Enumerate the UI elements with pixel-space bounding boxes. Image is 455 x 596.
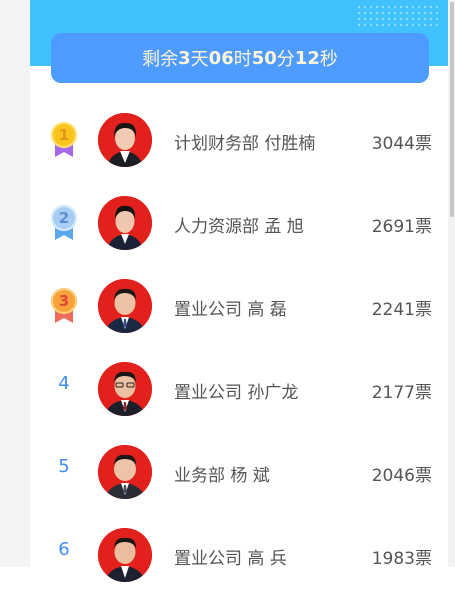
countdown-hours-unit: 时 [233,49,252,70]
avatar [98,528,152,582]
rank-number: 4 [58,373,70,394]
scrollbar-thumb[interactable] [450,2,454,217]
ranking-row[interactable]: 3 置业公司 高 磊 2241票 [30,264,448,347]
avatar [98,279,152,333]
candidate-name: 置业公司 孙广龙 [174,383,299,403]
countdown-seconds: 12 [294,47,320,69]
rank-number: 3 [51,288,77,314]
silver-medal-icon: 2 [49,203,79,243]
vote-count: 2691票 [371,217,432,237]
countdown-hours: 06 [208,47,234,69]
candidate-name: 业务部 杨 斌 [174,466,270,486]
ranking-list: 1 计划财务部 付胜楠 3044票 2 人力资源部 孟 旭 2691票 3 置业… [30,98,448,596]
rank-number: 1 [51,122,77,148]
bronze-medal-icon: 3 [49,286,79,326]
countdown-timer: 剩余 3 天 06 时 50 分 12 秒 [51,33,429,83]
dot-pattern-decoration [356,4,438,30]
vote-count: 2177票 [371,383,432,403]
avatar [98,196,152,250]
candidate-name: 置业公司 高 磊 [174,300,287,320]
avatar [98,445,152,499]
ranking-row[interactable]: 6 置业公司 高 兵 1983票 [30,513,448,596]
candidate-name: 计划财务部 付胜楠 [174,134,316,154]
avatar [98,113,152,167]
ranking-row[interactable]: 4 置业公司 孙广龙 2177票 [30,347,448,430]
countdown-prefix: 剩余 [142,49,179,70]
vote-count: 3044票 [371,134,432,154]
countdown-seconds-unit: 秒 [319,49,338,70]
countdown-minutes-unit: 分 [276,49,295,70]
scrollbar-track[interactable] [448,0,455,567]
ranking-row[interactable]: 2 人力资源部 孟 旭 2691票 [30,181,448,264]
ranking-row[interactable]: 5 业务部 杨 斌 2046票 [30,430,448,513]
rank-number: 5 [58,456,70,477]
gold-medal-icon: 1 [49,120,79,160]
rank-number: 2 [51,205,77,231]
candidate-name: 置业公司 高 兵 [174,549,287,569]
countdown-days: 3 [178,47,191,69]
countdown-days-unit: 天 [190,49,209,70]
left-gutter [0,0,30,567]
countdown-minutes: 50 [251,47,277,69]
rank-number: 6 [58,539,70,560]
avatar [98,362,152,416]
vote-count: 2241票 [371,300,432,320]
vote-count: 2046票 [371,466,432,486]
candidate-name: 人力资源部 孟 旭 [174,217,304,237]
ranking-row[interactable]: 1 计划财务部 付胜楠 3044票 [30,98,448,181]
vote-count: 1983票 [371,549,432,569]
